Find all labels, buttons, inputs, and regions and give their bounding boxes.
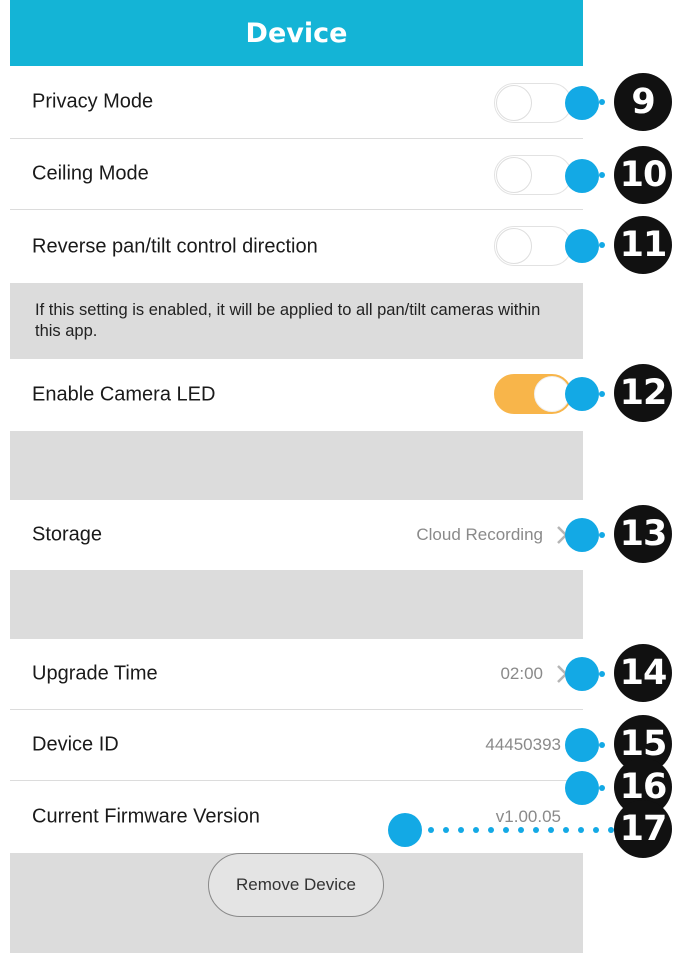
reverse-pan-tilt-toggle[interactable] xyxy=(494,226,572,266)
callout-badge-14: 14 xyxy=(614,644,672,702)
callout-dot xyxy=(565,229,599,263)
ceiling-mode-toggle[interactable] xyxy=(494,155,572,195)
callout-dotted-line xyxy=(599,99,611,105)
callout-dotted-line xyxy=(428,827,614,833)
device-id-value: 44450393 xyxy=(485,735,561,754)
device-settings-screen: Device Privacy Mode Ceiling Mode Reverse… xyxy=(10,0,583,953)
callout-dotted-line xyxy=(599,172,611,178)
privacy-mode-label: Privacy Mode xyxy=(32,90,154,113)
upgrade-time-label: Upgrade Time xyxy=(32,662,158,685)
callout-badge-9: 9 xyxy=(614,73,672,131)
device-id-label: Device ID xyxy=(32,733,119,756)
ceiling-mode-label: Ceiling Mode xyxy=(32,162,149,185)
upgrade-time-row[interactable]: Upgrade Time 02:00 xyxy=(10,639,583,710)
storage-value: Cloud Recording xyxy=(416,525,543,544)
callout-badge-10: 10 xyxy=(614,146,672,204)
callout-dot xyxy=(565,86,599,120)
upgrade-time-value: 02:00 xyxy=(500,664,543,683)
callout-dotted-line xyxy=(599,242,611,248)
callout-badge-13: 13 xyxy=(614,505,672,563)
callout-dot xyxy=(565,377,599,411)
callout-dot xyxy=(565,159,599,193)
section-spacer xyxy=(10,431,583,500)
callout-dotted-line xyxy=(599,742,611,748)
page-title: Device xyxy=(10,0,583,66)
toggle-knob xyxy=(496,228,532,264)
firmware-value: v1.00.05 xyxy=(495,807,561,826)
callout-dotted-line xyxy=(599,391,611,397)
callout-dot xyxy=(388,813,422,847)
reverse-pan-tilt-label: Reverse pan/tilt control direction xyxy=(32,235,318,257)
toggle-knob xyxy=(496,85,532,121)
firmware-label: Current Firmware Version xyxy=(32,805,260,828)
camera-led-label: Enable Camera LED xyxy=(32,383,216,406)
storage-row[interactable]: Storage Cloud Recording xyxy=(10,500,583,570)
callout-dot xyxy=(565,657,599,691)
toggle-knob xyxy=(496,157,532,193)
callout-dotted-line xyxy=(599,532,611,538)
device-id-row: Device ID 44450393 xyxy=(10,710,583,781)
callout-dotted-line xyxy=(599,785,611,791)
callout-dot xyxy=(565,771,599,805)
firmware-row: Current Firmware Version v1.00.05 xyxy=(10,781,583,853)
callout-dot xyxy=(565,518,599,552)
callout-badge-11: 11 xyxy=(614,216,672,274)
remove-device-button[interactable]: Remove Device xyxy=(208,853,384,917)
callout-badge-17: 17 xyxy=(614,800,672,858)
camera-led-toggle[interactable] xyxy=(494,374,572,414)
callout-dotted-line xyxy=(599,671,611,677)
reverse-pan-tilt-note: If this setting is enabled, it will be a… xyxy=(35,301,541,340)
callout-dot xyxy=(565,728,599,762)
callout-badge-12: 12 xyxy=(614,364,672,422)
privacy-mode-toggle[interactable] xyxy=(494,83,572,123)
storage-label: Storage xyxy=(32,523,103,546)
section-spacer xyxy=(10,570,583,639)
